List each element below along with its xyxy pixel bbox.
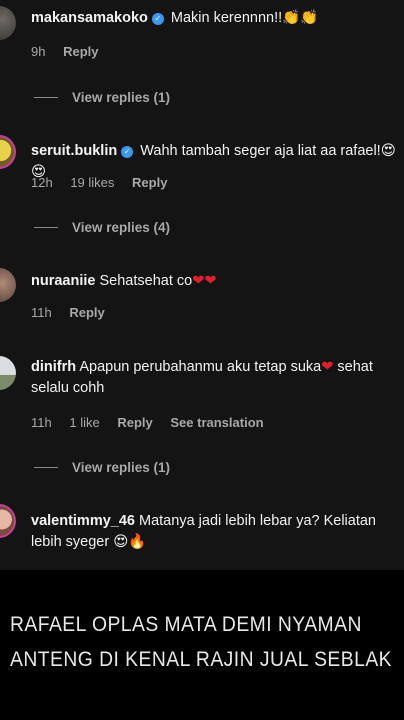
- reply-button[interactable]: Reply: [63, 44, 98, 59]
- comment-text: Makin kerennnn!!: [170, 10, 283, 26]
- verified-badge-icon: ✓: [121, 146, 134, 158]
- comment-username[interactable]: nuraaniie: [31, 273, 95, 289]
- heart-emoji-icon: ❤❤: [192, 273, 217, 289]
- avatar[interactable]: [0, 268, 16, 302]
- clap-emoji-icon: 👏👏: [282, 10, 319, 26]
- comments-list: makansamakoko ✓ Makin kerennnn!!👏👏 9h Rep…: [0, 0, 404, 570]
- comment-time: 11h: [31, 415, 52, 430]
- comment-text: Apapun perubahanmu aku tetap suka: [79, 359, 322, 375]
- comment-meta: 12h 19 likes Reply: [31, 175, 181, 190]
- view-replies-button[interactable]: View replies (1): [34, 460, 170, 475]
- heart-emoji-icon: ❤: [321, 359, 334, 375]
- view-replies-button[interactable]: View replies (4): [34, 220, 170, 235]
- like-count[interactable]: 1 like: [69, 415, 99, 430]
- view-replies-label: View replies (4): [72, 220, 171, 235]
- divider-line: [34, 97, 58, 98]
- comment-meta: 11h 1 like Reply See translation: [31, 415, 278, 430]
- comment-username[interactable]: makansamakoko: [31, 10, 148, 26]
- view-replies-label: View replies (1): [72, 460, 171, 475]
- view-replies-button[interactable]: View replies (1): [34, 90, 170, 105]
- heart-eyes-fire-emoji-icon: 😍🔥: [113, 534, 147, 550]
- reply-button[interactable]: Reply: [69, 305, 104, 320]
- see-translation-button[interactable]: See translation: [170, 415, 263, 430]
- comment-username[interactable]: seruit.buklin: [31, 143, 117, 159]
- comment-text: Wahh tambah seger aja liat aa rafael!: [140, 143, 381, 159]
- avatar[interactable]: [0, 6, 16, 40]
- reply-button[interactable]: Reply: [132, 175, 167, 190]
- comment-time: 9h: [31, 44, 46, 59]
- reply-button[interactable]: Reply: [117, 415, 152, 430]
- caption-banner: RAFAEL OPLAS MATA DEMI NYAMAN ANTENG DI …: [0, 570, 404, 720]
- banner-line-2: ANTENG DI KENAL RAJIN JUAL SEBLAK: [10, 648, 393, 671]
- comment-text: Sehatsehat co: [99, 273, 193, 289]
- comment-username[interactable]: dinifrh: [31, 359, 76, 375]
- comment-username[interactable]: valentimmy_46: [31, 513, 135, 529]
- divider-line: [34, 227, 58, 228]
- avatar[interactable]: [0, 135, 16, 169]
- verified-badge-icon: ✓: [151, 13, 164, 25]
- comment-meta: 11h Reply: [31, 305, 119, 320]
- comment-time: 12h: [31, 175, 53, 190]
- like-count[interactable]: 19 likes: [70, 175, 114, 190]
- avatar[interactable]: [0, 356, 16, 390]
- avatar[interactable]: [0, 504, 16, 538]
- comment-meta: 9h Reply: [31, 44, 113, 59]
- banner-line-1: RAFAEL OPLAS MATA DEMI NYAMAN: [10, 613, 362, 636]
- divider-line: [34, 467, 58, 468]
- view-replies-label: View replies (1): [72, 90, 171, 105]
- comment-time: 11h: [31, 305, 52, 320]
